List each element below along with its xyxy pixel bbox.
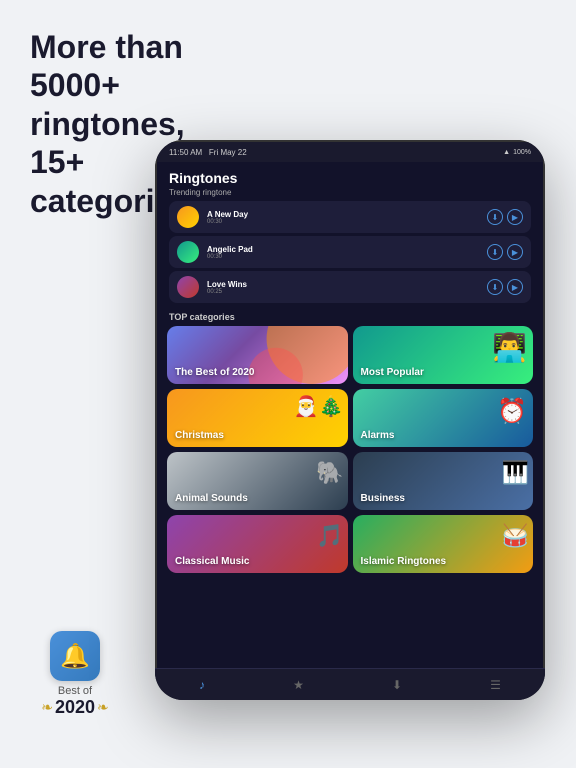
list-item[interactable]: Angelic Pad 00:30 ⬇ ▶ [169,236,531,268]
hero-line1: More than [30,29,183,65]
category-card-animal[interactable]: Animal Sounds [167,452,348,510]
avatar [177,276,199,298]
category-card-alarms[interactable]: Alarms [353,389,534,447]
avatar [177,241,199,263]
category-label: Classical Music [175,556,249,567]
tablet-device: 11:50 AM Fri May 22 ▲ 100% Ringtones Tre… [155,140,545,700]
badge-text: Best of [41,685,109,697]
category-card-christmas[interactable]: Christmas [167,389,348,447]
ringtone-info: Angelic Pad 00:30 [207,245,479,260]
laurel-left: ❧ [41,699,53,716]
music-icon: ♪ [199,678,205,692]
category-label: The Best of 2020 [175,367,254,378]
status-time: 11:50 AM Fri May 22 [169,148,247,157]
ringtone-actions: ⬇ ▶ [487,209,523,225]
ringtone-name: Angelic Pad [207,245,479,254]
category-label: Business [361,493,405,504]
nav-item-downloads[interactable]: ⬇ [392,678,402,692]
play-button[interactable]: ▶ [507,244,523,260]
bottom-nav: ♪ ★ ⬇ ☰ [157,668,543,698]
ringtone-list: A New Day 00:30 ⬇ ▶ Angelic Pad 00:30 ⬇ … [157,201,543,303]
badge-year: 2020 [55,697,95,718]
category-label: Islamic Ringtones [361,556,447,567]
category-grid: The Best of 2020 Most Popular Christmas … [157,326,543,573]
ringtone-info: Love Wins 00:25 [207,280,479,295]
ringtone-name: A New Day [207,210,479,219]
download-button[interactable]: ⬇ [487,209,503,225]
app-title: Ringtones [169,170,531,186]
avatar [177,206,199,228]
play-button[interactable]: ▶ [507,209,523,225]
menu-icon: ☰ [490,678,501,692]
category-card-most-popular[interactable]: Most Popular [353,326,534,384]
download-icon: ⬇ [392,678,402,692]
ringtone-actions: ⬇ ▶ [487,244,523,260]
nav-item-menu[interactable]: ☰ [490,678,501,692]
ringtone-actions: ⬇ ▶ [487,279,523,295]
category-label: Christmas [175,430,224,441]
nav-item-favorites[interactable]: ★ [293,678,304,692]
laurel-right: ❧ [97,699,109,716]
category-label: Alarms [361,430,395,441]
badge-icon: 🔔 [50,631,100,681]
category-card-best2020[interactable]: The Best of 2020 [167,326,348,384]
ringtone-duration: 00:25 [207,289,479,295]
trending-label: Trending ringtone [169,188,531,197]
best-of-badge: 🔔 Best of ❧ 2020 ❧ [30,631,120,718]
list-item[interactable]: Love Wins 00:25 ⬇ ▶ [169,271,531,303]
app-content: Ringtones Trending ringtone A New Day 00… [157,162,543,698]
category-label: Animal Sounds [175,493,248,504]
wifi-icon: ▲ [503,149,510,156]
category-card-business[interactable]: Business [353,452,534,510]
download-button[interactable]: ⬇ [487,244,503,260]
badge-year-row: ❧ 2020 ❧ [41,697,109,718]
ringtone-duration: 00:30 [207,219,479,225]
star-icon: ★ [293,678,304,692]
category-label: Most Popular [361,367,424,378]
ringtone-info: A New Day 00:30 [207,210,479,225]
list-item[interactable]: A New Day 00:30 ⬇ ▶ [169,201,531,233]
ringtone-name: Love Wins [207,280,479,289]
badge-label: Best of ❧ 2020 ❧ [41,685,109,718]
status-icons: ▲ 100% [503,149,531,156]
ringtone-duration: 00:30 [207,254,479,260]
category-card-islamic[interactable]: Islamic Ringtones [353,515,534,573]
battery-icon: 100% [513,149,531,156]
status-bar: 11:50 AM Fri May 22 ▲ 100% [157,142,543,162]
app-header: Ringtones Trending ringtone [157,162,543,201]
nav-item-music[interactable]: ♪ [199,678,205,692]
play-button[interactable]: ▶ [507,279,523,295]
hero-line2: 5000+ ringtones, [30,67,185,141]
top-categories-label: TOP categories [157,306,543,326]
download-button[interactable]: ⬇ [487,279,503,295]
category-card-classical[interactable]: Classical Music [167,515,348,573]
